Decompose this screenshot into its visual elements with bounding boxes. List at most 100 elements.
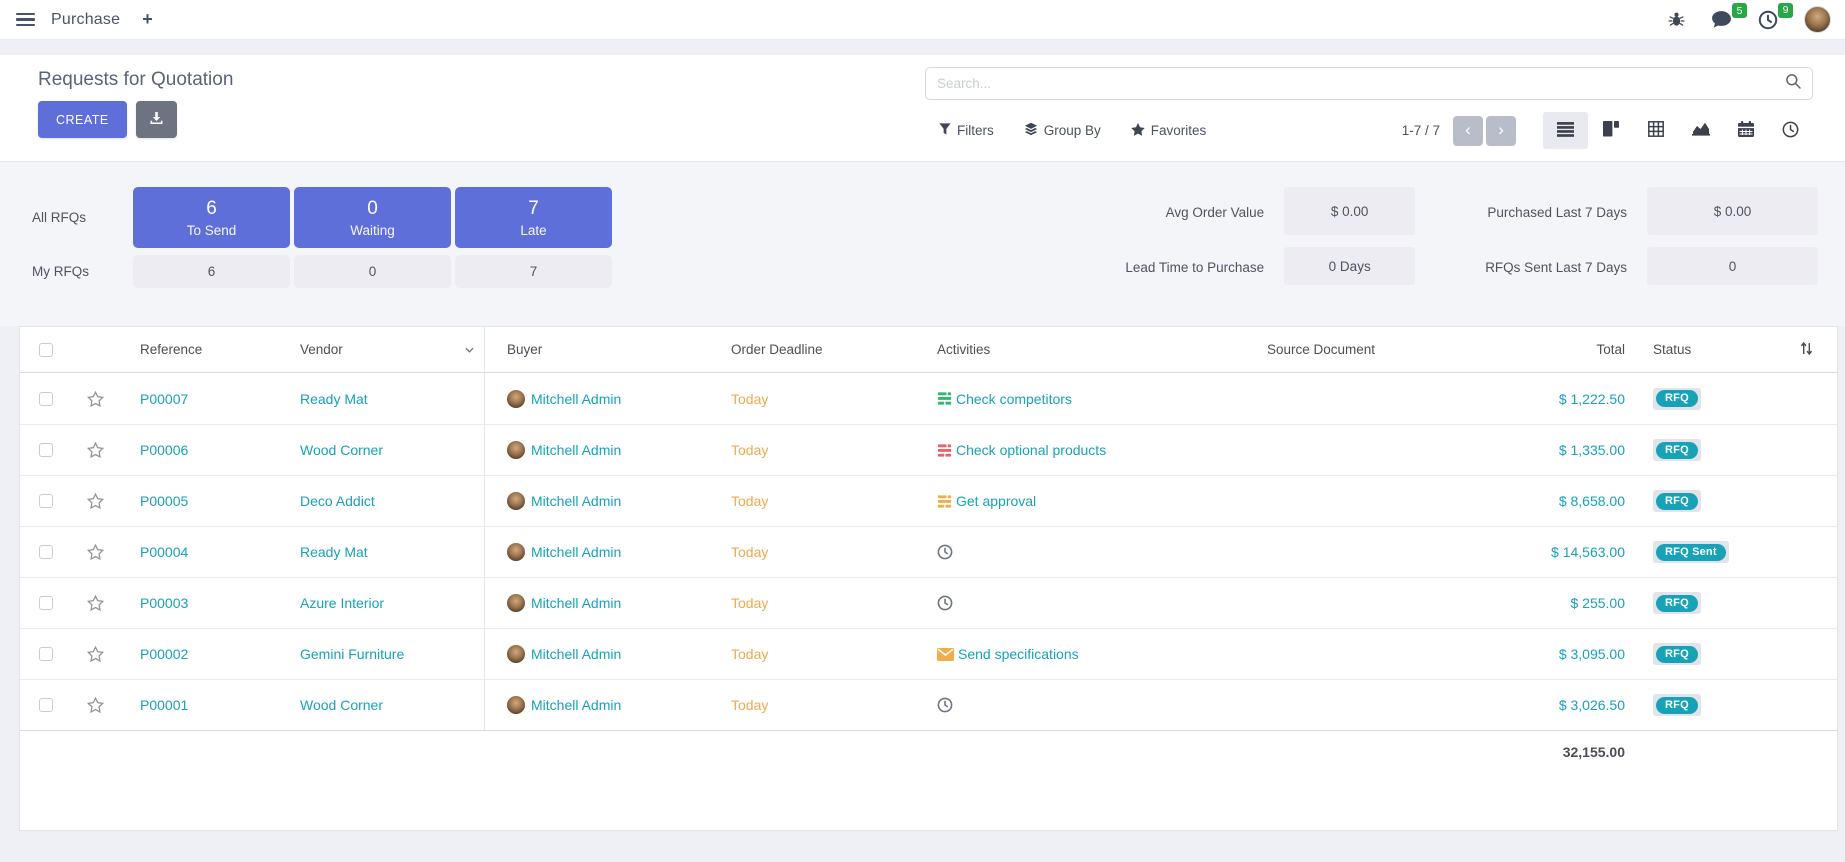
create-button[interactable]: CREATE (38, 101, 127, 138)
buyer-link[interactable]: Mitchell Admin (531, 493, 621, 509)
buyer-link[interactable]: Mitchell Admin (531, 544, 621, 560)
activity-cell[interactable]: Send specifications (915, 629, 1245, 679)
vendor-link[interactable]: Wood Corner (300, 442, 383, 458)
activities-clock-icon[interactable]: 9 (1758, 10, 1778, 30)
clock-activity-icon[interactable] (937, 697, 953, 713)
header-total[interactable]: Total (1535, 327, 1645, 372)
purchased-last-7-days: $ 0.00 (1647, 187, 1818, 235)
reference-link[interactable]: P00003 (140, 595, 188, 611)
tasks-activity-icon[interactable] (937, 391, 952, 406)
header-order-deadline[interactable]: Order Deadline (709, 327, 915, 372)
row-checkbox[interactable] (39, 596, 53, 610)
vendor-link[interactable]: Ready Mat (300, 544, 368, 560)
view-calendar-button[interactable] (1723, 112, 1768, 149)
favorites-button[interactable]: Favorites (1131, 122, 1207, 139)
buyer-link[interactable]: Mitchell Admin (531, 442, 621, 458)
download-icon (149, 111, 164, 129)
search-icon[interactable] (1785, 73, 1801, 94)
favorite-star-icon[interactable] (72, 476, 118, 526)
row-checkbox[interactable] (39, 647, 53, 661)
activity-cell[interactable] (915, 578, 1245, 628)
pager-previous-button[interactable]: ‹ (1453, 116, 1483, 146)
pager-next-button[interactable]: › (1486, 116, 1516, 146)
activity-label[interactable]: Get approval (956, 493, 1036, 509)
clock-activity-icon[interactable] (937, 595, 953, 611)
row-checkbox[interactable] (39, 698, 53, 712)
plus-icon[interactable]: + (142, 9, 153, 30)
favorite-star-icon[interactable] (72, 629, 118, 679)
my-rfqs-to-send-button[interactable]: 6 (133, 255, 290, 288)
user-avatar[interactable] (1804, 6, 1831, 33)
favorite-star-icon[interactable] (72, 680, 118, 730)
kpi-waiting-button[interactable]: 0 Waiting (294, 187, 451, 248)
reference-link[interactable]: P00005 (140, 493, 188, 509)
table-row[interactable]: P00006 Wood Corner Mitchell Admin Today … (20, 424, 1837, 475)
vendor-link[interactable]: Azure Interior (300, 595, 384, 611)
vendor-link[interactable]: Deco Addict (300, 493, 375, 509)
activity-cell[interactable]: Get approval (915, 476, 1245, 526)
filters-button[interactable]: Filters (939, 122, 994, 139)
select-all-checkbox[interactable] (39, 343, 53, 357)
table-row[interactable]: P00003 Azure Interior Mitchell Admin Tod… (20, 577, 1837, 628)
table-row[interactable]: P00005 Deco Addict Mitchell Admin Today … (20, 475, 1837, 526)
header-source-document[interactable]: Source Document (1245, 327, 1535, 372)
favorite-star-icon[interactable] (72, 425, 118, 475)
my-rfqs-late-button[interactable]: 7 (455, 255, 612, 288)
row-checkbox[interactable] (39, 494, 53, 508)
reference-link[interactable]: P00001 (140, 697, 188, 713)
table-row[interactable]: P00002 Gemini Furniture Mitchell Admin T… (20, 628, 1837, 679)
view-activity-button[interactable] (1768, 112, 1813, 149)
optional-columns-button[interactable] (1775, 327, 1837, 372)
activity-label[interactable]: Check optional products (956, 442, 1106, 458)
kpi-late-button[interactable]: 7 Late (455, 187, 612, 248)
export-button[interactable] (136, 101, 177, 138)
envelope-activity-icon[interactable] (937, 648, 954, 661)
search-input[interactable] (937, 76, 1785, 91)
vendor-link[interactable]: Gemini Furniture (300, 646, 404, 662)
row-checkbox[interactable] (39, 545, 53, 559)
row-checkbox[interactable] (39, 443, 53, 457)
reference-link[interactable]: P00002 (140, 646, 188, 662)
favorite-star-icon[interactable] (72, 373, 118, 424)
buyer-link[interactable]: Mitchell Admin (531, 697, 621, 713)
vendor-link[interactable]: Ready Mat (300, 391, 368, 407)
vendor-link[interactable]: Wood Corner (300, 697, 383, 713)
favorite-star-icon[interactable] (72, 578, 118, 628)
activity-cell[interactable] (915, 680, 1245, 730)
tasks-activity-icon[interactable] (937, 494, 952, 509)
app-name[interactable]: Purchase (51, 11, 120, 29)
reference-link[interactable]: P00007 (140, 391, 188, 407)
activity-label[interactable]: Send specifications (958, 646, 1079, 662)
tasks-activity-icon[interactable] (937, 443, 952, 458)
header-buyer[interactable]: Buyer (485, 327, 709, 372)
header-reference[interactable]: Reference (118, 327, 278, 372)
favorite-star-icon[interactable] (72, 527, 118, 577)
my-rfqs-waiting-button[interactable]: 0 (294, 255, 451, 288)
view-pivot-button[interactable] (1633, 112, 1678, 149)
activity-cell[interactable] (915, 527, 1245, 577)
reference-link[interactable]: P00006 (140, 442, 188, 458)
view-graph-button[interactable] (1678, 112, 1723, 149)
messages-icon[interactable]: 5 (1711, 10, 1732, 29)
table-row[interactable]: P00004 Ready Mat Mitchell Admin Today $ … (20, 526, 1837, 577)
header-activities[interactable]: Activities (915, 327, 1245, 372)
activity-cell[interactable]: Check competitors (915, 373, 1245, 424)
table-row[interactable]: P00001 Wood Corner Mitchell Admin Today … (20, 679, 1837, 730)
activity-cell[interactable]: Check optional products (915, 425, 1245, 475)
buyer-link[interactable]: Mitchell Admin (531, 595, 621, 611)
header-vendor[interactable]: Vendor (278, 327, 485, 372)
view-kanban-button[interactable] (1588, 112, 1633, 149)
clock-activity-icon[interactable] (937, 544, 953, 560)
group-by-button[interactable]: Group By (1024, 122, 1101, 139)
buyer-link[interactable]: Mitchell Admin (531, 646, 621, 662)
apps-menu-icon[interactable] (14, 9, 37, 31)
kpi-to-send-button[interactable]: 6 To Send (133, 187, 290, 248)
view-list-button[interactable] (1543, 112, 1588, 149)
table-row[interactable]: P00007 Ready Mat Mitchell Admin Today Ch… (20, 373, 1837, 424)
row-checkbox[interactable] (39, 392, 53, 406)
buyer-link[interactable]: Mitchell Admin (531, 391, 621, 407)
bug-icon[interactable] (1668, 11, 1685, 28)
activity-label[interactable]: Check competitors (956, 391, 1072, 407)
reference-link[interactable]: P00004 (140, 544, 188, 560)
header-status[interactable]: Status (1645, 327, 1775, 372)
